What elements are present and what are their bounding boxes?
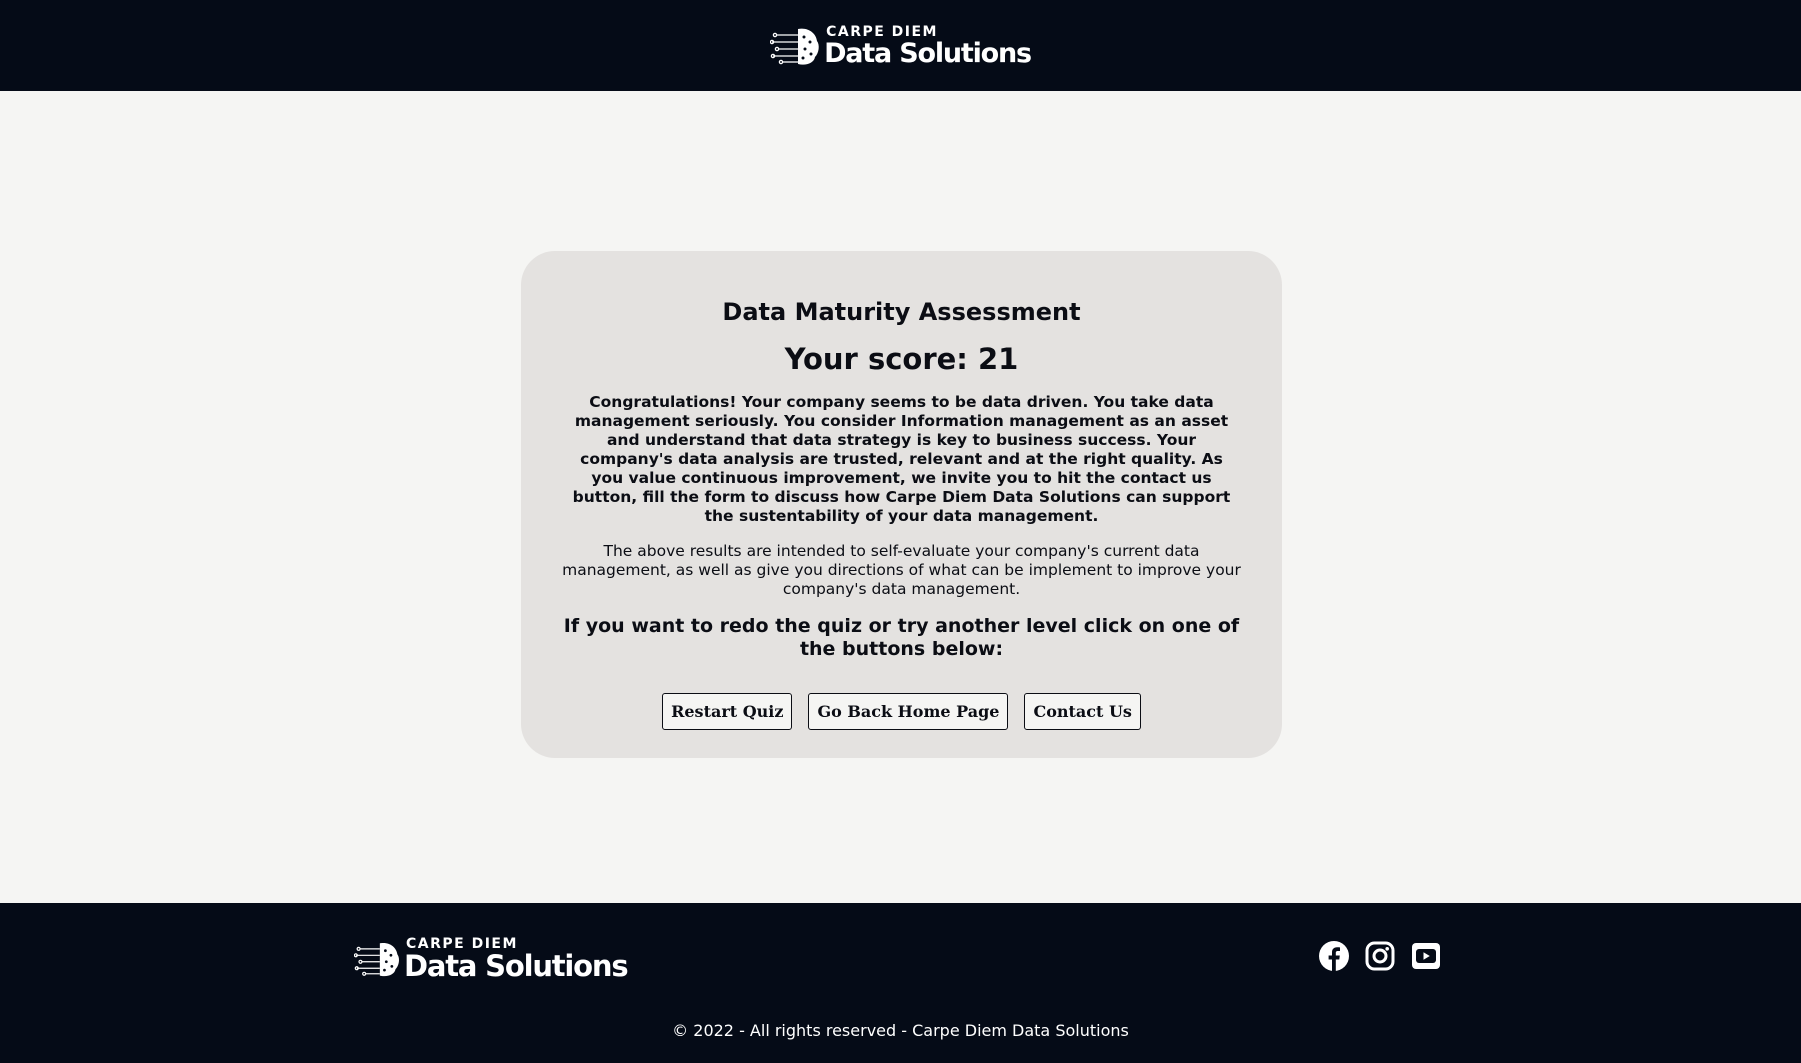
contact-us-button[interactable]: Contact Us bbox=[1024, 693, 1141, 730]
logo-name: Data Solutions bbox=[824, 37, 1032, 69]
redo-instructions: If you want to redo the quiz or try anot… bbox=[563, 615, 1240, 660]
assessment-title: Data Maturity Assessment bbox=[722, 298, 1081, 326]
go-back-home-button[interactable]: Go Back Home Page bbox=[808, 693, 1009, 730]
congratulations-text: Congratulations! Your company seems to b… bbox=[572, 393, 1231, 525]
score-heading: Your score: 21 bbox=[784, 342, 1019, 376]
youtube-icon[interactable] bbox=[1410, 940, 1442, 972]
header-logo[interactable]: CARPE DIEM Data Solutions bbox=[770, 23, 1032, 69]
restart-quiz-button[interactable]: Restart Quiz bbox=[662, 693, 793, 730]
result-card: Data Maturity Assessment Your score: 21 … bbox=[521, 251, 1282, 758]
site-footer: CARPE DIEM Data Solutions © 2022 - All r… bbox=[0, 903, 1801, 1063]
facebook-icon[interactable] bbox=[1318, 940, 1350, 972]
main-content: Data Maturity Assessment Your score: 21 … bbox=[0, 91, 1801, 903]
copyright-text: © 2022 - All rights reserved - Carpe Die… bbox=[672, 1021, 1129, 1040]
brain-circuit-logo-icon bbox=[770, 28, 819, 65]
brain-circuit-logo-icon bbox=[354, 942, 399, 977]
instagram-icon[interactable] bbox=[1364, 940, 1396, 972]
footer-logo[interactable]: CARPE DIEM Data Solutions bbox=[354, 937, 629, 983]
logo-name: Data Solutions bbox=[404, 949, 629, 983]
logo-tagline: CARPE DIEM bbox=[826, 23, 938, 40]
action-buttons: Restart Quiz Go Back Home Page Contact U… bbox=[551, 693, 1252, 730]
disclaimer-text: The above results are intended to self-e… bbox=[562, 542, 1241, 598]
site-header: CARPE DIEM Data Solutions bbox=[0, 0, 1801, 91]
social-links bbox=[1318, 940, 1442, 972]
